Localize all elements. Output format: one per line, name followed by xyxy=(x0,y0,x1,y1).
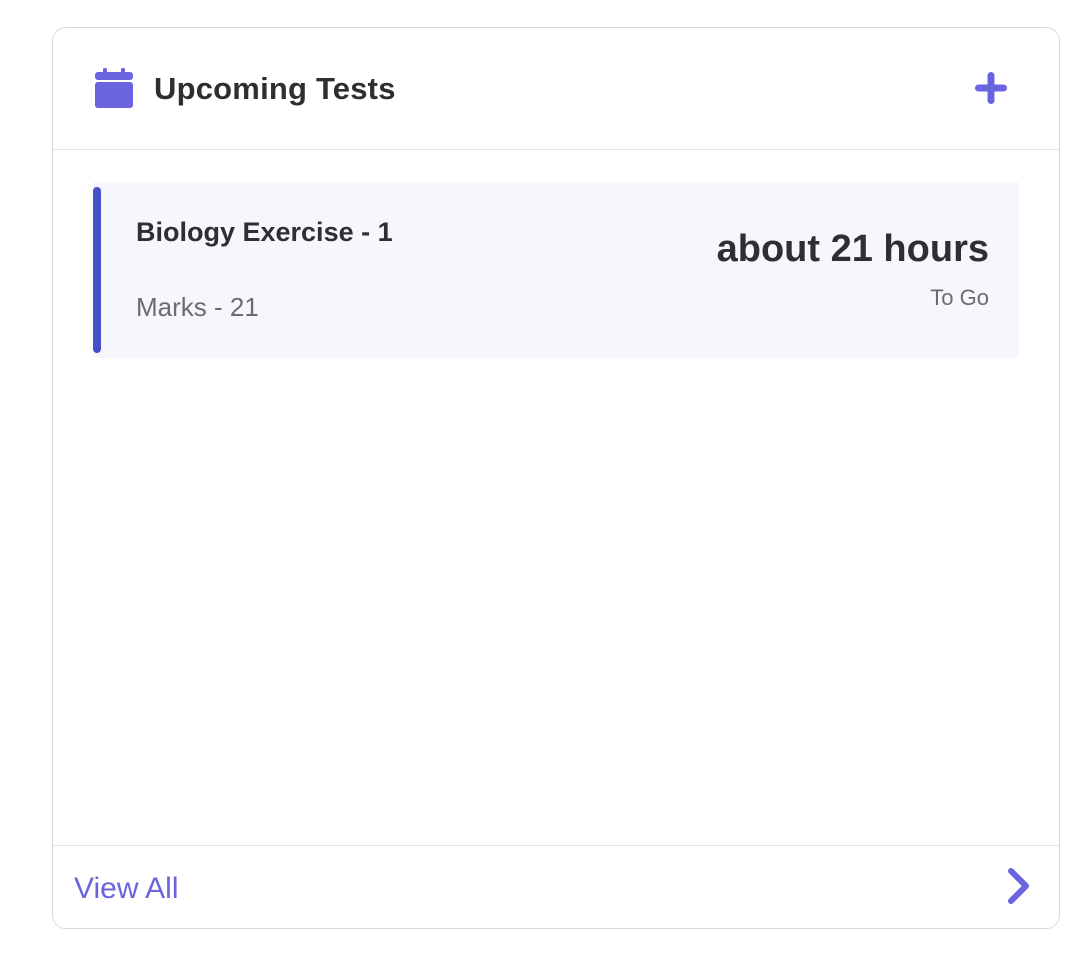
test-item[interactable]: Biology Exercise - 1 Marks - 21 about 21… xyxy=(93,182,1019,358)
accent-bar xyxy=(93,187,101,353)
card-header: Upcoming Tests xyxy=(53,28,1059,150)
time-remaining: about 21 hours xyxy=(716,228,989,270)
add-test-button[interactable] xyxy=(965,64,1017,116)
card-footer: View All xyxy=(53,845,1059,928)
view-all-link[interactable]: View All xyxy=(74,870,179,908)
view-all-chevron-button[interactable] xyxy=(999,866,1039,910)
chevron-right-icon xyxy=(1006,867,1032,910)
widget-title: Upcoming Tests xyxy=(154,71,396,106)
test-name: Biology Exercise - 1 xyxy=(136,217,393,247)
tests-list: Biology Exercise - 1 Marks - 21 about 21… xyxy=(53,151,1059,845)
time-suffix: To Go xyxy=(930,285,989,310)
upcoming-tests-card: Upcoming Tests Biology Exercise - 1 Mark… xyxy=(52,27,1060,929)
plus-icon xyxy=(974,71,1008,110)
calendar-icon xyxy=(95,68,133,108)
test-marks: Marks - 21 xyxy=(136,292,259,322)
